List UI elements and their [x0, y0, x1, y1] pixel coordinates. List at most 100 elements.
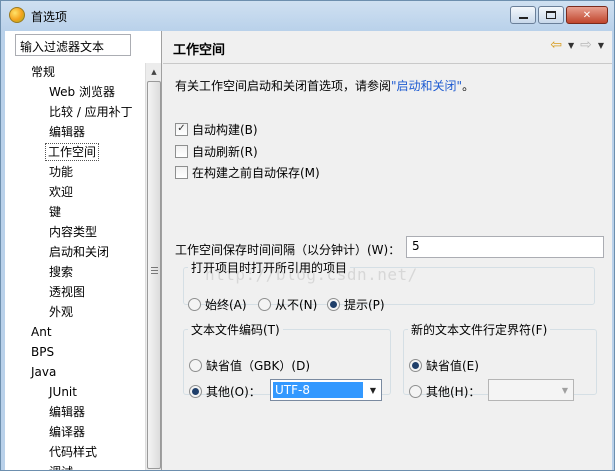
delimiter-default-radio-row[interactable]: 缺省值(E) [409, 357, 479, 374]
delimiter-other-label: 其他(H)： [426, 385, 481, 399]
delimiter-default-radio[interactable] [409, 359, 422, 372]
delimiter-other-radio-row[interactable]: 其他(H)： [409, 383, 480, 400]
encoding-default-radio-row[interactable]: 缺省值（GBK）(D) [189, 357, 310, 374]
auto-build-checkbox-row[interactable]: ✓ 自动构建(B) [175, 121, 258, 137]
auto-refresh-checkbox-row[interactable]: 自动刷新(R) [175, 143, 258, 159]
tree-item-welcome[interactable]: 欢迎 [47, 183, 75, 201]
auto-build-label: 自动构建(B) [192, 122, 258, 137]
minimize-icon [518, 17, 528, 19]
line-delimiter-legend: 新的文本文件行定界符(F) [411, 323, 548, 337]
encoding-default-label: 缺省值（GBK）(D) [206, 359, 311, 373]
open-referenced-projects-legend: 打开项目时打开所引用的项目 [191, 261, 348, 275]
text-encoding-group: 文本文件编码(T) 缺省值（GBK）(D) 其他(O)： UTF-8 ▼ [183, 321, 391, 401]
right-pane: 工作空间 ⇦ ▼ ⇨ ▼ 有关工作空间启动和关闭首选项，请参阅"启动和关闭"。 … [163, 31, 612, 470]
description-end: 。 [462, 79, 475, 93]
encoding-other-label: 其他(O)： [206, 385, 261, 399]
tree-item-compare-patch[interactable]: 比较 / 应用补丁 [47, 103, 135, 121]
preferences-window: 首选项 ✕ 输入过滤器文本 常规 Web 浏览器 比较 / 应用补丁 编辑器 工… [0, 0, 615, 471]
tree-item-content-types[interactable]: 内容类型 [47, 223, 99, 241]
scroll-thumb[interactable] [147, 81, 161, 469]
grip-line [151, 273, 158, 274]
title-bar[interactable]: 首选项 ✕ [1, 1, 614, 31]
open-always-label: 始终(A) [205, 298, 247, 312]
open-always-radio-row[interactable]: 始终(A) [188, 296, 247, 313]
open-always-radio[interactable] [188, 298, 201, 311]
save-before-build-checkbox-row[interactable]: 在构建之前自动保存(M) [175, 164, 320, 180]
tree-scrollbar[interactable]: ▲ [145, 63, 161, 470]
delimiter-select[interactable]: ▼ [488, 379, 574, 401]
maximize-button[interactable] [538, 6, 564, 24]
app-icon [9, 7, 25, 23]
window-title: 首选项 [31, 10, 68, 24]
tree-item-java-editor[interactable]: 编辑器 [47, 403, 87, 421]
tree-item-debug[interactable]: 调试 [47, 463, 75, 470]
startup-shutdown-link[interactable]: "启动和关闭" [391, 79, 462, 93]
tree-item-workspace[interactable]: 工作空间 [45, 143, 100, 161]
tree-item-capabilities[interactable]: 功能 [47, 163, 75, 181]
auto-refresh-label: 自动刷新(R) [192, 144, 258, 159]
forward-arrow-icon[interactable]: ⇨ [580, 37, 592, 53]
chevron-down-icon[interactable]: ▼ [598, 41, 604, 50]
chevron-down-icon[interactable]: ▼ [568, 41, 574, 50]
encoding-default-radio[interactable] [189, 359, 202, 372]
description-text: 有关工作空间启动和关闭首选项，请参阅 [175, 79, 392, 93]
open-referenced-projects-group: 打开项目时打开所引用的项目 始终(A) 从不(N) 提示(P) [183, 259, 595, 312]
encoding-select-value: UTF-8 [273, 382, 363, 398]
radio-selected-dot [330, 301, 337, 308]
tree-item-web-browser[interactable]: Web 浏览器 [47, 83, 117, 101]
auto-refresh-checkbox[interactable] [175, 144, 188, 158]
tree-item-compiler[interactable]: 编译器 [47, 423, 87, 441]
close-icon: ✕ [582, 9, 592, 21]
save-before-build-label: 在构建之前自动保存(M) [192, 165, 320, 180]
filter-input[interactable]: 输入过滤器文本 [15, 34, 131, 56]
tree-item-startup-shutdown[interactable]: 启动和关闭 [47, 243, 111, 261]
open-prompt-radio[interactable] [327, 298, 340, 311]
description: 有关工作空间启动和关闭首选项，请参阅"启动和关闭"。 [175, 77, 474, 94]
encoding-select[interactable]: UTF-8 ▼ [270, 379, 382, 401]
tree-item-keys[interactable]: 键 [47, 203, 63, 221]
save-interval-label: 工作空间保存时间间隔（以分钟计）(W)： [175, 243, 401, 257]
nav-toolbar: ⇦ ▼ ⇨ ▼ [550, 37, 604, 53]
tree-item-java[interactable]: Java [29, 363, 58, 381]
tree-item-code-style[interactable]: 代码样式 [47, 443, 99, 461]
save-interval-input[interactable]: 5 [406, 236, 604, 258]
window-controls: ✕ [510, 6, 608, 24]
open-never-radio-row[interactable]: 从不(N) [258, 296, 317, 313]
tree-item-general[interactable]: 常规 [29, 63, 57, 81]
open-never-radio[interactable] [258, 298, 271, 311]
delimiter-other-radio[interactable] [409, 385, 422, 398]
tree-item-ant[interactable]: Ant [29, 323, 54, 341]
close-button[interactable]: ✕ [566, 6, 608, 24]
title-separator [163, 63, 612, 64]
radio-selected-dot [192, 388, 199, 395]
tree-item-editors[interactable]: 编辑器 [47, 123, 87, 141]
preference-tree: 常规 Web 浏览器 比较 / 应用补丁 编辑器 工作空间 功能 欢迎 键 内容… [5, 63, 145, 470]
text-encoding-legend: 文本文件编码(T) [191, 323, 280, 337]
encoding-other-radio[interactable] [189, 385, 202, 398]
auto-build-checkbox[interactable]: ✓ [175, 122, 188, 136]
grip-line [151, 267, 158, 268]
tree-item-bps[interactable]: BPS [29, 343, 56, 361]
page-title: 工作空间 [173, 43, 226, 58]
delimiter-default-label: 缺省值(E) [426, 359, 479, 373]
tree-item-search[interactable]: 搜索 [47, 263, 75, 281]
open-never-label: 从不(N) [275, 298, 318, 312]
grip-line [151, 270, 158, 271]
encoding-other-radio-row[interactable]: 其他(O)： [189, 383, 261, 400]
minimize-button[interactable] [510, 6, 536, 24]
save-before-build-checkbox[interactable] [175, 165, 188, 179]
line-delimiter-group: 新的文本文件行定界符(F) 缺省值(E) 其他(H)： ▼ [403, 321, 597, 401]
open-prompt-label: 提示(P) [344, 298, 385, 312]
open-prompt-radio-row[interactable]: 提示(P) [327, 296, 385, 313]
chevron-down-icon[interactable]: ▼ [557, 386, 573, 395]
maximize-icon [546, 11, 556, 19]
tree-item-junit[interactable]: JUnit [47, 383, 79, 401]
radio-selected-dot [412, 362, 419, 369]
tree-item-appearance[interactable]: 外观 [47, 303, 75, 321]
back-arrow-icon[interactable]: ⇦ [550, 37, 562, 53]
scroll-up-icon[interactable]: ▲ [147, 65, 161, 79]
client-area: 输入过滤器文本 常规 Web 浏览器 比较 / 应用补丁 编辑器 工作空间 功能… [5, 31, 612, 470]
tree-item-perspectives[interactable]: 透视图 [47, 283, 87, 301]
chevron-down-icon[interactable]: ▼ [365, 386, 381, 395]
left-pane: 输入过滤器文本 常规 Web 浏览器 比较 / 应用补丁 编辑器 工作空间 功能… [5, 31, 162, 470]
